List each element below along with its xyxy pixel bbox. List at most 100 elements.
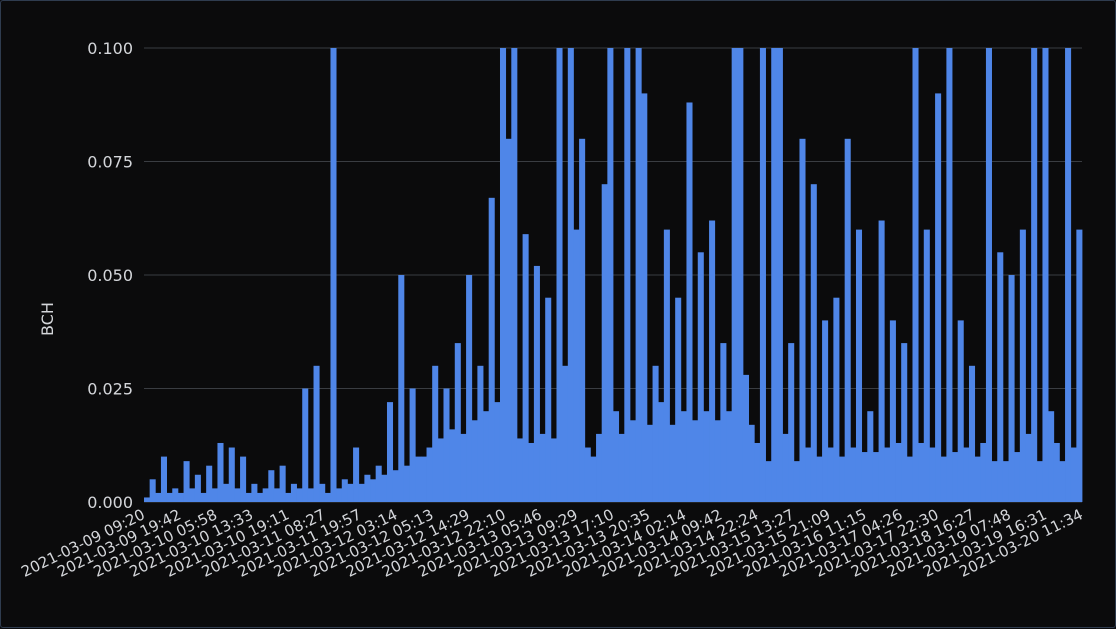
bar	[957, 320, 964, 502]
bar	[680, 411, 687, 502]
bar	[742, 374, 750, 502]
bar	[1065, 48, 1072, 502]
bar	[782, 433, 789, 502]
bar	[669, 424, 676, 502]
bar	[460, 433, 467, 502]
bar	[545, 297, 552, 502]
bar	[516, 438, 523, 502]
bar	[279, 465, 286, 502]
bar	[319, 483, 326, 502]
bar	[601, 184, 608, 502]
bar	[223, 483, 230, 502]
bar	[437, 438, 444, 502]
bar	[788, 343, 795, 502]
bar	[980, 442, 987, 502]
bar	[697, 252, 704, 502]
bar	[1036, 461, 1043, 502]
bar	[923, 229, 930, 502]
y-axis-label: BCH	[38, 302, 57, 336]
bar	[262, 488, 269, 502]
bar	[1002, 461, 1009, 502]
bar	[511, 48, 518, 502]
bar	[963, 447, 970, 502]
bar	[709, 220, 716, 502]
bar	[799, 138, 806, 503]
bar	[477, 365, 484, 502]
bar	[466, 275, 473, 502]
bar	[234, 488, 241, 502]
bar	[1025, 433, 1032, 502]
y-axis-ticks: 0.000 0.025 0.050 0.075 0.100	[87, 39, 133, 512]
bar	[550, 438, 557, 502]
bar	[861, 452, 868, 502]
bar	[584, 447, 591, 502]
bar	[183, 461, 190, 502]
bar	[386, 402, 394, 502]
bar	[336, 488, 343, 502]
y-tick-label: 0.050	[87, 266, 133, 285]
bar	[810, 184, 817, 502]
bar	[449, 429, 456, 502]
chart-panel: 0.000 0.025 0.050 0.075 0.100 2021-03-09 09:…	[0, 0, 1116, 628]
bar	[720, 343, 727, 502]
bar	[748, 424, 755, 502]
bar	[912, 48, 919, 502]
bar	[765, 461, 772, 502]
bar	[878, 220, 885, 502]
bar	[776, 48, 783, 502]
bar	[409, 388, 416, 502]
y-tick-label: 0.100	[87, 39, 133, 58]
bar	[901, 343, 908, 502]
bar	[872, 452, 879, 502]
bar	[228, 447, 235, 502]
bar	[754, 442, 761, 502]
bar	[726, 411, 733, 502]
bar	[471, 420, 478, 502]
bar	[652, 365, 659, 502]
bar	[528, 442, 535, 502]
bar	[635, 48, 642, 502]
bar	[590, 456, 597, 502]
bar	[353, 447, 360, 502]
bar	[991, 461, 998, 502]
bar	[703, 411, 710, 502]
bar	[370, 479, 377, 502]
bar	[443, 388, 450, 502]
bar	[483, 411, 490, 502]
bar	[793, 461, 800, 502]
bar	[160, 456, 167, 502]
bar	[1076, 229, 1083, 502]
bar	[658, 402, 665, 502]
bar	[1053, 442, 1060, 502]
x-axis-ticks: 2021-03-09 09:202021-03-09 19:422021-03-…	[18, 505, 1085, 580]
bar	[144, 497, 151, 502]
bar	[805, 447, 812, 502]
bar	[692, 420, 699, 502]
bar	[1070, 447, 1077, 502]
bar	[867, 411, 874, 502]
bar	[844, 138, 851, 503]
bar	[381, 474, 388, 502]
bar	[494, 402, 501, 502]
bar	[149, 479, 156, 502]
bar	[194, 474, 201, 502]
bar	[686, 102, 693, 502]
bar	[613, 411, 620, 502]
bar	[731, 48, 738, 502]
bar	[855, 229, 863, 502]
bar	[663, 229, 670, 502]
bar	[629, 420, 636, 502]
bar	[392, 470, 399, 502]
bar	[296, 488, 303, 502]
bar	[307, 488, 314, 502]
y-tick-label: 0.025	[87, 380, 133, 399]
bar	[172, 488, 179, 502]
bar	[403, 465, 410, 502]
bar	[929, 447, 936, 502]
bar	[771, 48, 778, 502]
bar	[330, 48, 337, 502]
bar	[398, 275, 405, 502]
bar	[714, 420, 721, 502]
bar	[573, 229, 580, 502]
bch-bar-chart: 0.000 0.025 0.050 0.075 0.100 2021-03-09 09:…	[18, 39, 1085, 581]
